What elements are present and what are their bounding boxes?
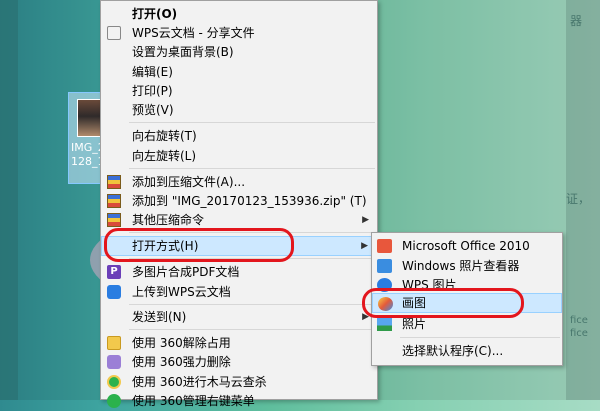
menu-item-360-unlock[interactable]: 使用 360解除占用 (101, 333, 377, 353)
menu-item-label: 上传到WPS云文档 (132, 285, 231, 299)
menu-item-upload-wps[interactable]: 上传到WPS云文档 (101, 282, 377, 302)
360-manage-icon (107, 394, 121, 408)
menu-item-preview[interactable]: 预览(V) (101, 100, 377, 120)
submenu-item-label: Windows 照片查看器 (402, 259, 520, 273)
menu-item-other-compress[interactable]: 其他压缩命令 ▶ (101, 210, 377, 230)
photo-viewer-icon (377, 259, 392, 273)
menu-item-label: 向右旋转(T) (132, 129, 197, 143)
menu-item-print[interactable]: 打印(P) (101, 81, 377, 101)
menu-item-edit[interactable]: 编辑(E) (101, 62, 377, 82)
menu-item-label: 使用 360管理右键菜单 (132, 394, 255, 408)
menu-item-open[interactable]: 打开(O) (101, 4, 377, 24)
menu-item-label: 编辑(E) (132, 65, 173, 79)
menu-separator (129, 168, 375, 169)
pdf-icon: P (107, 265, 121, 279)
menu-item-label: 使用 360解除占用 (132, 336, 231, 350)
menu-item-label: 其他压缩命令 (132, 213, 205, 227)
submenu-item-label: 照片 (402, 317, 427, 331)
menu-item-rotate-left[interactable]: 向左旋转(L) (101, 146, 377, 166)
menu-item-merge-pdf[interactable]: P 多图片合成PDF文档 (101, 262, 377, 282)
menu-item-360-manage-menu[interactable]: 使用 360管理右键菜单 (101, 391, 377, 411)
menu-separator (129, 329, 375, 330)
submenu-separator (400, 337, 560, 338)
menu-item-wps-share[interactable]: WPS云文档 - 分享文件 (101, 23, 377, 43)
menu-item-set-wallpaper[interactable]: 设置为桌面背景(B) (101, 42, 377, 62)
menu-item-label: 打开(O) (132, 7, 178, 21)
background-text: 证， (566, 192, 591, 206)
menu-item-label: 多图片合成PDF文档 (132, 265, 240, 279)
menu-item-label: 设置为桌面背景(B) (132, 45, 234, 59)
menu-item-label: 预览(V) (132, 103, 174, 117)
menu-item-send-to[interactable]: 发送到(N) ▶ (101, 307, 377, 327)
menu-item-rotate-right[interactable]: 向右旋转(T) (101, 126, 377, 146)
menu-item-360-force-delete[interactable]: 使用 360强力删除 (101, 352, 377, 372)
menu-item-label: 添加到 "IMG_20170123_153936.zip" (T) (132, 194, 367, 208)
menu-separator (129, 122, 375, 123)
unlock-icon (107, 336, 121, 350)
desktop-left-edge (0, 0, 18, 400)
chevron-right-icon: ▶ (362, 215, 369, 225)
submenu-item-windows-photo-viewer[interactable]: Windows 照片查看器 (372, 256, 562, 276)
photos-icon (377, 317, 392, 331)
shredder-icon (107, 355, 121, 369)
cloud-upload-icon (107, 285, 121, 299)
menu-item-360-trojan-scan[interactable]: 使用 360进行木马云查杀 (101, 372, 377, 392)
menu-item-label: 使用 360强力删除 (132, 355, 231, 369)
submenu-item-office[interactable]: Microsoft Office 2010 (372, 236, 562, 256)
archive-icon (107, 175, 121, 189)
menu-item-label: 向左旋转(L) (132, 149, 197, 163)
360-shield-icon (107, 375, 121, 389)
office-icon (377, 239, 392, 253)
menu-item-label: 发送到(N) (132, 310, 187, 324)
submenu-item-choose-default[interactable]: 选择默认程序(C)... (372, 341, 562, 361)
menu-item-label: 使用 360进行木马云查杀 (132, 375, 267, 389)
menu-item-add-to-zip[interactable]: 添加到 "IMG_20170123_153936.zip" (T) (101, 191, 377, 211)
menu-item-label: 打印(P) (132, 84, 173, 98)
submenu-item-label: 选择默认程序(C)... (402, 344, 504, 358)
menu-item-add-archive[interactable]: 添加到压缩文件(A)... (101, 172, 377, 192)
share-icon (107, 26, 121, 40)
background-text: 器 (570, 14, 583, 28)
annotation-oval (362, 288, 524, 318)
archive-icon (107, 194, 121, 208)
menu-item-label: 添加到压缩文件(A)... (132, 175, 246, 189)
background-text: fice (570, 315, 588, 326)
chevron-right-icon: ▶ (361, 241, 368, 251)
context-menu: 打开(O) WPS云文档 - 分享文件 设置为桌面背景(B) 编辑(E) 打印(… (100, 0, 378, 408)
background-text: fice (570, 328, 588, 339)
annotation-oval (104, 228, 294, 262)
menu-item-label: WPS云文档 - 分享文件 (132, 26, 255, 40)
archive-icon (107, 213, 121, 227)
menu-separator (129, 304, 375, 305)
submenu-item-label: Microsoft Office 2010 (402, 239, 530, 253)
